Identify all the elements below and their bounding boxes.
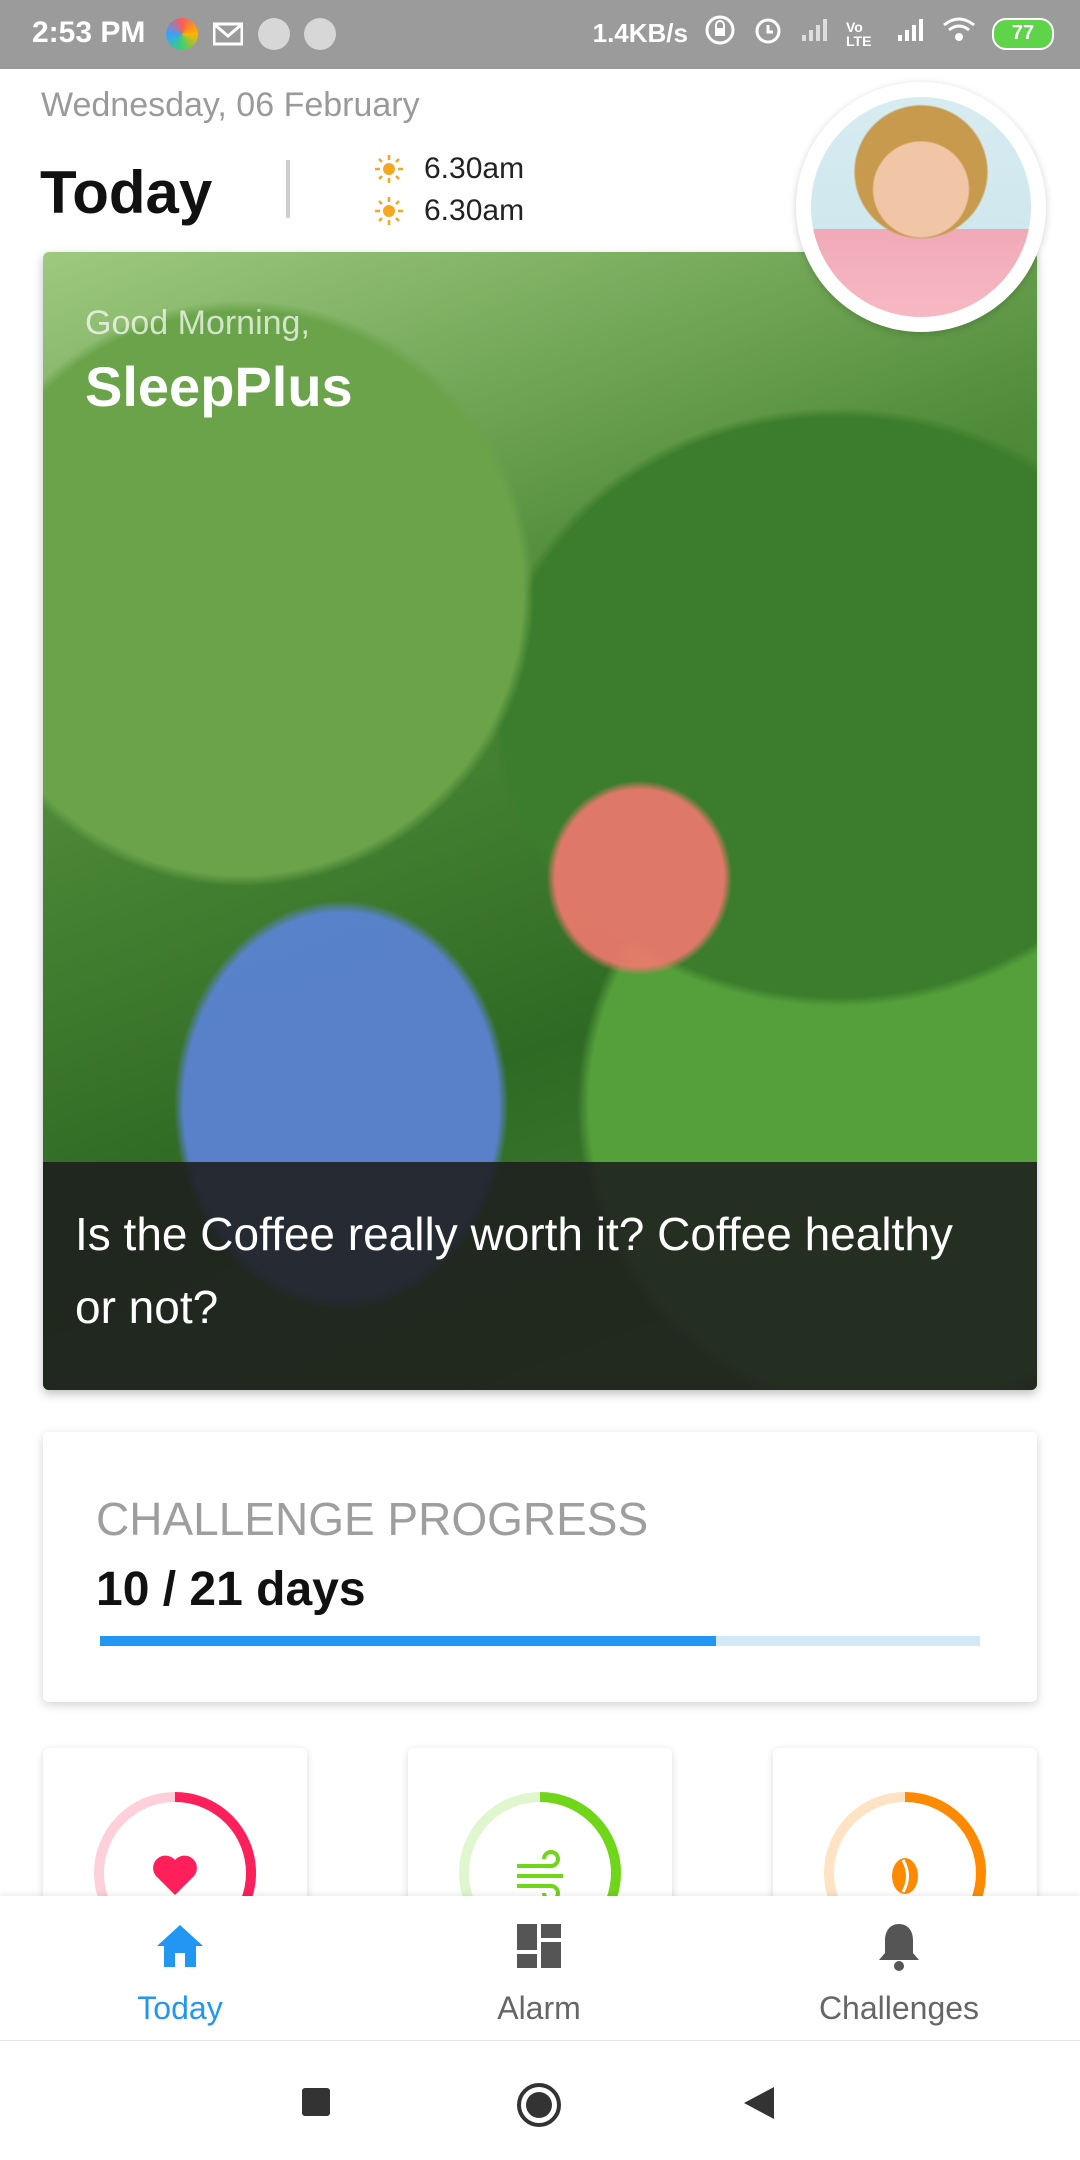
challenge-progress-card[interactable]: CHALLENGE PROGRESS 10 / 21 days bbox=[43, 1432, 1037, 1702]
dashboard-icon bbox=[409, 1918, 669, 1974]
rotation-lock-icon bbox=[704, 14, 736, 53]
battery-icon: 77 bbox=[992, 17, 1054, 50]
breathing-card[interactable] bbox=[408, 1748, 672, 1908]
back-button[interactable] bbox=[742, 2085, 776, 2126]
signal-icon bbox=[800, 17, 830, 50]
coffee-bean-icon bbox=[892, 1858, 918, 1894]
caffeine-card[interactable] bbox=[773, 1748, 1037, 1908]
sunrise-time: 6.30am bbox=[424, 152, 525, 185]
article-caption-overlay: Is the Coffee really worth it? Coffee he… bbox=[43, 1162, 1037, 1390]
bottom-navigation: Today Alarm Challenges bbox=[0, 1896, 1080, 2041]
alarm-icon bbox=[752, 14, 784, 53]
nav-alarm[interactable]: Alarm bbox=[409, 1918, 669, 2027]
square-icon bbox=[302, 2088, 330, 2116]
heart-rate-card[interactable] bbox=[43, 1748, 307, 1908]
greeting-text: Good Morning, bbox=[85, 304, 310, 342]
coffee-progress-ring bbox=[824, 1792, 986, 1908]
home-button[interactable] bbox=[515, 2081, 563, 2134]
wind-progress-ring bbox=[459, 1792, 621, 1908]
signal-icon bbox=[896, 17, 926, 50]
wind-icon bbox=[517, 1850, 563, 1902]
article-title[interactable]: Is the Coffee really worth it? Coffee he… bbox=[75, 1198, 975, 1344]
challenge-progress-value: 10 / 21 days bbox=[96, 1563, 366, 1616]
nav-challenges[interactable]: Challenges bbox=[769, 1918, 1029, 2027]
bell-icon bbox=[769, 1918, 1029, 1974]
nav-today-label: Today bbox=[137, 1990, 223, 2026]
circle-icon bbox=[517, 2083, 561, 2127]
back-triangle-icon bbox=[744, 2087, 774, 2119]
gmail-icon bbox=[212, 18, 244, 50]
status-bar: 2:53 PM 1.4KB/s Vo LTE 77 bbox=[0, 0, 1080, 69]
network-speed: 1.4KB/s bbox=[592, 18, 688, 48]
dot-notification-icon bbox=[304, 18, 336, 50]
system-navigation-bar bbox=[0, 2041, 1080, 2160]
sun-icon bbox=[372, 153, 406, 185]
brand-name: SleepPlus bbox=[85, 355, 353, 418]
avatar-image bbox=[811, 97, 1031, 317]
app-notification-icon bbox=[166, 18, 198, 50]
nav-today[interactable]: Today bbox=[50, 1918, 310, 2027]
progress-fill bbox=[100, 1636, 716, 1646]
page-title: Today bbox=[40, 159, 213, 226]
header-divider bbox=[286, 160, 290, 218]
progress-track bbox=[100, 1636, 980, 1646]
status-indicators: 1.4KB/s Vo LTE 77 bbox=[593, 14, 1054, 53]
nav-alarm-label: Alarm bbox=[497, 1990, 581, 2026]
notification-icons bbox=[166, 18, 336, 50]
sun-icon bbox=[372, 195, 406, 227]
sunset-row: 6.30am bbox=[372, 190, 524, 232]
wifi-icon bbox=[942, 17, 976, 50]
status-time: 2:53 PM bbox=[32, 16, 146, 49]
featured-article-card[interactable]: Good Morning, SleepPlus Is the Coffee re… bbox=[43, 252, 1037, 1390]
nav-challenges-label: Challenges bbox=[818, 1990, 980, 2026]
sunset-time: 6.30am bbox=[424, 194, 525, 227]
challenge-progress-label: CHALLENGE PROGRESS bbox=[96, 1493, 649, 1545]
date-label: Wednesday, 06 February bbox=[41, 86, 420, 124]
home-icon bbox=[50, 1918, 310, 1974]
volte-icon: Vo LTE bbox=[846, 18, 872, 49]
recents-button[interactable] bbox=[300, 2086, 332, 2123]
heart-icon bbox=[153, 1855, 197, 1895]
profile-avatar[interactable] bbox=[796, 82, 1046, 332]
sunrise-row: 6.30am bbox=[372, 148, 524, 190]
sun-times: 6.30am 6.30am bbox=[372, 148, 524, 232]
dot-notification-icon bbox=[258, 18, 290, 50]
heart-progress-ring bbox=[94, 1792, 256, 1908]
